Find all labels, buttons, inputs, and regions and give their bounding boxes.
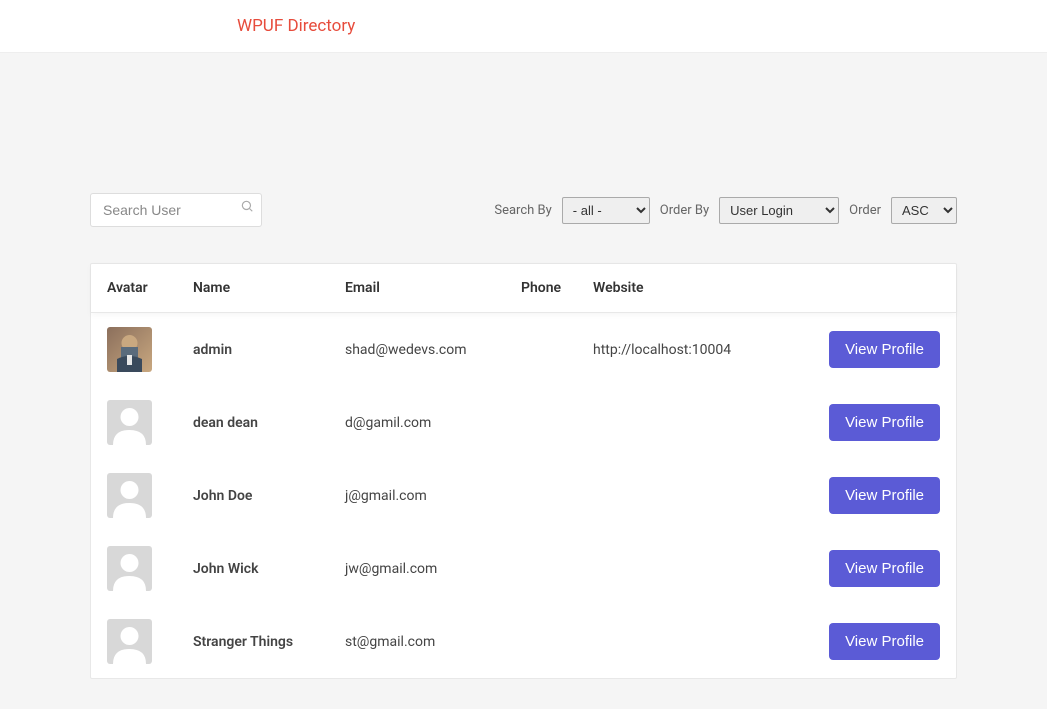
cell-website: http://localhost:10004 [593, 342, 790, 358]
table-body: adminshad@wedevs.com http://localhost:100… [91, 313, 956, 678]
cell-email: d@gamil.com [345, 415, 521, 431]
table-row: John Wickjw@gmail.com View Profile [91, 532, 956, 605]
cell-name: dean dean [193, 415, 345, 431]
cell-name: John Doe [193, 488, 345, 504]
avatar-placeholder-icon [107, 619, 152, 664]
cell-action: View Profile [790, 331, 940, 368]
avatar-placeholder-icon [107, 473, 152, 518]
avatar [107, 619, 152, 664]
cell-action: View Profile [790, 623, 940, 660]
cell-action: View Profile [790, 477, 940, 514]
filter-bar: Search By - all - Order By User Login Or… [90, 193, 957, 227]
cell-name: John Wick [193, 561, 345, 577]
header-phone: Phone [521, 280, 593, 296]
cell-avatar [107, 619, 193, 664]
avatar-photo-icon [107, 327, 152, 372]
view-profile-button[interactable]: View Profile [829, 623, 940, 660]
search-icon [240, 199, 254, 213]
avatar [107, 473, 152, 518]
view-profile-button[interactable]: View Profile [829, 331, 940, 368]
cell-avatar [107, 400, 193, 445]
order-by-select[interactable]: User Login [719, 197, 839, 224]
order-label: Order [849, 203, 881, 218]
cell-action: View Profile [790, 550, 940, 587]
cell-name: admin [193, 342, 345, 358]
cell-action: View Profile [790, 404, 940, 441]
header-website: Website [593, 280, 790, 296]
cell-avatar [107, 546, 193, 591]
avatar-placeholder-icon [107, 546, 152, 591]
table-header-row: Avatar Name Email Phone Website [91, 264, 956, 313]
header-avatar: Avatar [107, 280, 193, 296]
cell-email: st@gmail.com [345, 634, 521, 650]
user-table: Avatar Name Email Phone Website adminsha… [90, 263, 957, 679]
table-row: John Doej@gmail.com View Profile [91, 459, 956, 532]
avatar-placeholder-icon [107, 400, 152, 445]
view-profile-button[interactable]: View Profile [829, 477, 940, 514]
order-by-label: Order By [660, 203, 709, 218]
view-profile-button[interactable]: View Profile [829, 404, 940, 441]
avatar [107, 546, 152, 591]
content-wrapper: Search By - all - Order By User Login Or… [0, 53, 1047, 709]
table-row: Stranger Thingsst@gmail.com View Profile [91, 605, 956, 678]
page-title: WPUF Directory [237, 16, 1047, 36]
search-wrapper [90, 193, 262, 227]
cell-name: Stranger Things [193, 634, 345, 650]
avatar [107, 327, 152, 372]
header-email: Email [345, 280, 521, 296]
header-name: Name [193, 280, 345, 296]
search-by-select[interactable]: - all - [562, 197, 650, 224]
search-input[interactable] [90, 193, 262, 227]
view-profile-button[interactable]: View Profile [829, 550, 940, 587]
cell-avatar [107, 473, 193, 518]
avatar [107, 400, 152, 445]
cell-email: shad@wedevs.com [345, 342, 521, 358]
order-select[interactable]: ASC [891, 197, 957, 224]
cell-email: jw@gmail.com [345, 561, 521, 577]
header-action [790, 280, 940, 296]
cell-email: j@gmail.com [345, 488, 521, 504]
table-row: dean deand@gamil.com View Profile [91, 386, 956, 459]
table-row: adminshad@wedevs.com http://localhost:100… [91, 313, 956, 386]
cell-avatar [107, 327, 193, 372]
page-header: WPUF Directory [0, 0, 1047, 53]
search-by-label: Search By [494, 203, 551, 218]
